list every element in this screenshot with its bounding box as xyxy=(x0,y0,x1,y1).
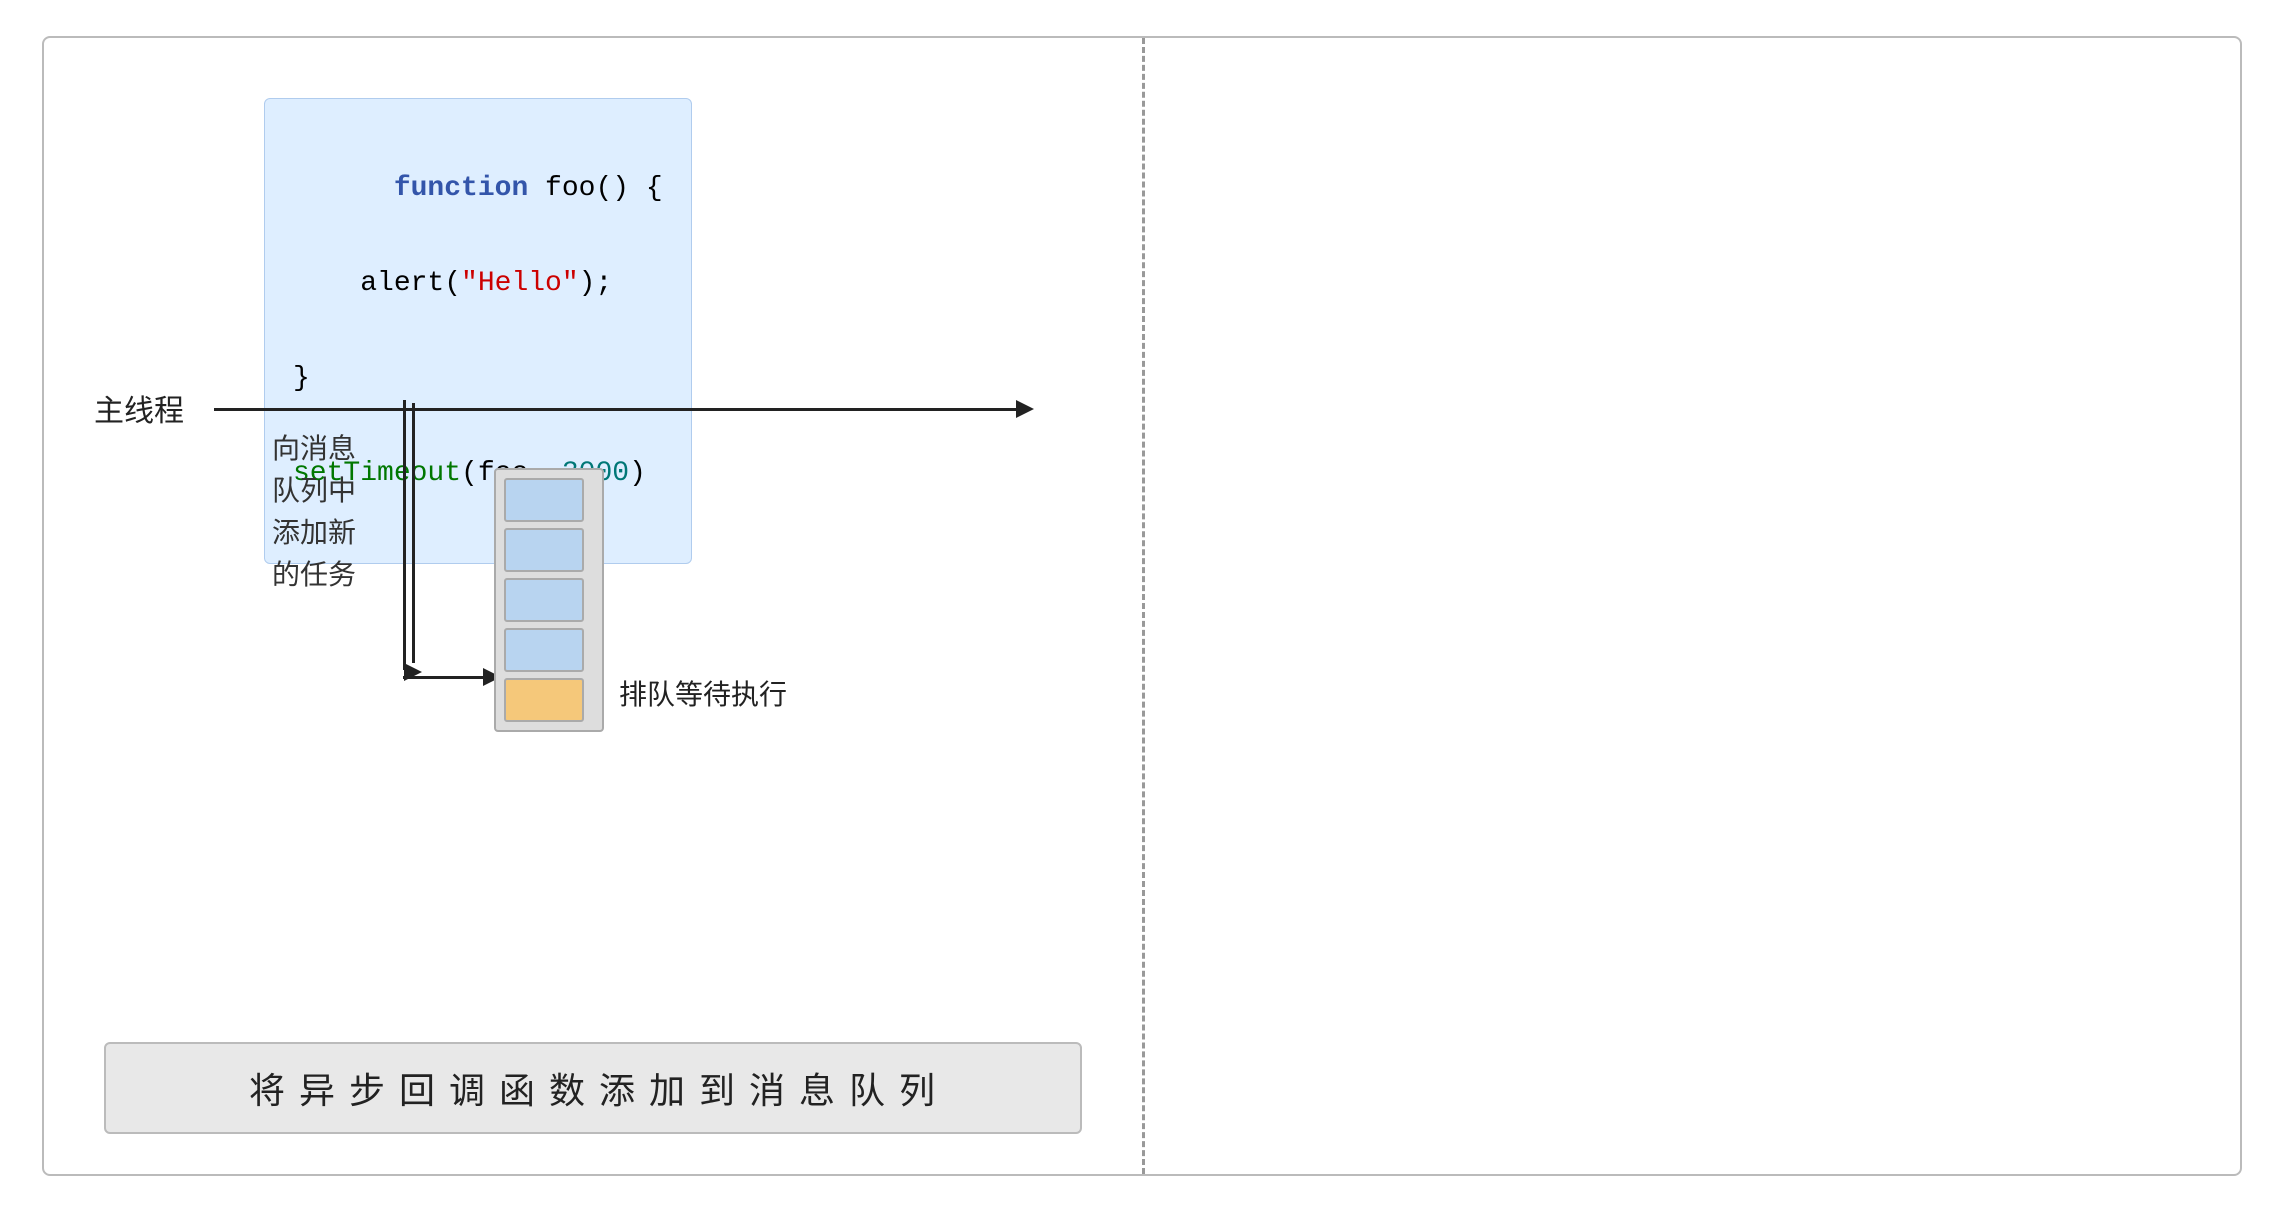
left-queue-item-1 xyxy=(504,478,584,522)
left-arrow-head xyxy=(1016,400,1034,418)
code-string: "Hello" xyxy=(461,268,579,299)
main-container: function foo() { alert("Hello"); } setTi… xyxy=(42,36,2242,1176)
left-queue-item-3 xyxy=(504,578,584,622)
code-line3: } xyxy=(293,363,310,394)
left-main-thread-arrow xyxy=(214,400,1034,418)
left-queue xyxy=(494,468,604,732)
left-vertical-annotation: 向消息队列中添加新的任务 xyxy=(264,428,364,596)
left-queue-label: 排队等待执行 xyxy=(619,673,787,713)
keyword-function: function xyxy=(394,173,528,204)
code-line2: alert( xyxy=(293,268,461,299)
code-line1-rest: foo() { xyxy=(528,173,662,204)
left-queue-item-orange xyxy=(504,678,584,722)
left-arrow-line xyxy=(214,408,1016,411)
left-queue-item-2 xyxy=(504,528,584,572)
left-vertical-line xyxy=(412,403,415,663)
left-caption: 将 异 步 回 调 函 数 添 加 到 消 息 队 列 xyxy=(104,1042,1082,1134)
right-panel: 主线程 取出 ⚙ 提交给主线程 执 行 异 步 xyxy=(2240,38,2284,1174)
left-queue-item-4 xyxy=(504,628,584,672)
code-line4-end: ) xyxy=(629,458,646,489)
left-main-thread-label: 主线程 xyxy=(94,386,184,430)
left-horiz-to-queue-arrow xyxy=(403,668,503,686)
left-horiz-line xyxy=(403,676,483,679)
left-vert-line-seg xyxy=(403,400,406,670)
code-line2-end: ); xyxy=(579,268,613,299)
left-panel: function foo() { alert("Hello"); } setTi… xyxy=(44,38,1142,1174)
left-vertical-arrow xyxy=(404,403,422,681)
panel-divider xyxy=(1142,38,1145,1174)
